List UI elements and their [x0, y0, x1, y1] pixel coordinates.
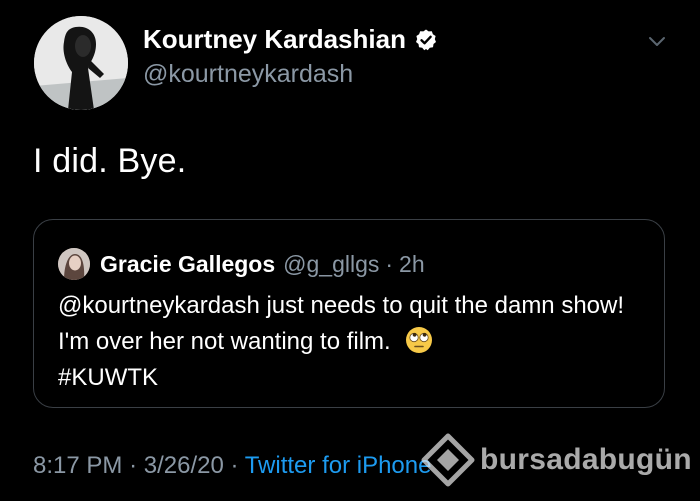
quoted-tweet-hashtag[interactable]: #KUWTK [58, 364, 158, 391]
tweet-source-link[interactable]: Twitter for iPhone [245, 452, 432, 479]
author-display-name-row: Kourtney Kardashian [143, 24, 438, 55]
author-handle[interactable]: @kourtneykardash [143, 60, 353, 89]
watermark-text: bursadabugün [480, 443, 692, 476]
quoted-tweet-card[interactable]: Gracie Gallegos @g_gllgs · 2h @kourtneyk… [33, 219, 665, 408]
quoted-tweet-body: @kourtneykardash just needs to quit the … [58, 288, 648, 396]
quoted-tweet-header: Gracie Gallegos @g_gllgs · 2h [58, 248, 425, 280]
tweet-metadata: 8:17 PM · 3/26/20 · Twitter for iPhone [33, 452, 431, 480]
meta-separator-dot: · [129, 452, 138, 479]
rolling-eyes-emoji-icon [406, 327, 433, 353]
author-avatar[interactable] [34, 16, 128, 110]
tweet-date[interactable]: 3/26/20 [144, 452, 224, 479]
author-avatar-image [34, 16, 128, 110]
watermark: bursadabugün [420, 432, 692, 488]
verified-badge-icon [415, 29, 436, 50]
tweet: Kourtney Kardashian @kourtneykardash I d… [0, 0, 700, 501]
quoted-author-handle[interactable]: @g_gllgs [283, 251, 379, 278]
quoted-author-avatar-image [58, 248, 90, 280]
quoted-separator-dot: · [385, 250, 394, 277]
chevron-down-icon[interactable] [646, 30, 668, 52]
quoted-author-avatar[interactable] [58, 248, 90, 280]
quoted-tweet-time[interactable]: 2h [399, 251, 425, 278]
tweet-time[interactable]: 8:17 PM [33, 452, 122, 479]
meta-separator-dot: · [230, 452, 239, 479]
quoted-tweet-text: @kourtneykardash just needs to quit the … [58, 292, 625, 355]
watermark-logo-icon [421, 433, 475, 487]
quoted-author-display-name[interactable]: Gracie Gallegos [100, 251, 275, 278]
author-display-name[interactable]: Kourtney Kardashian [143, 24, 406, 55]
tweet-text: I did. Bye. [33, 142, 187, 180]
